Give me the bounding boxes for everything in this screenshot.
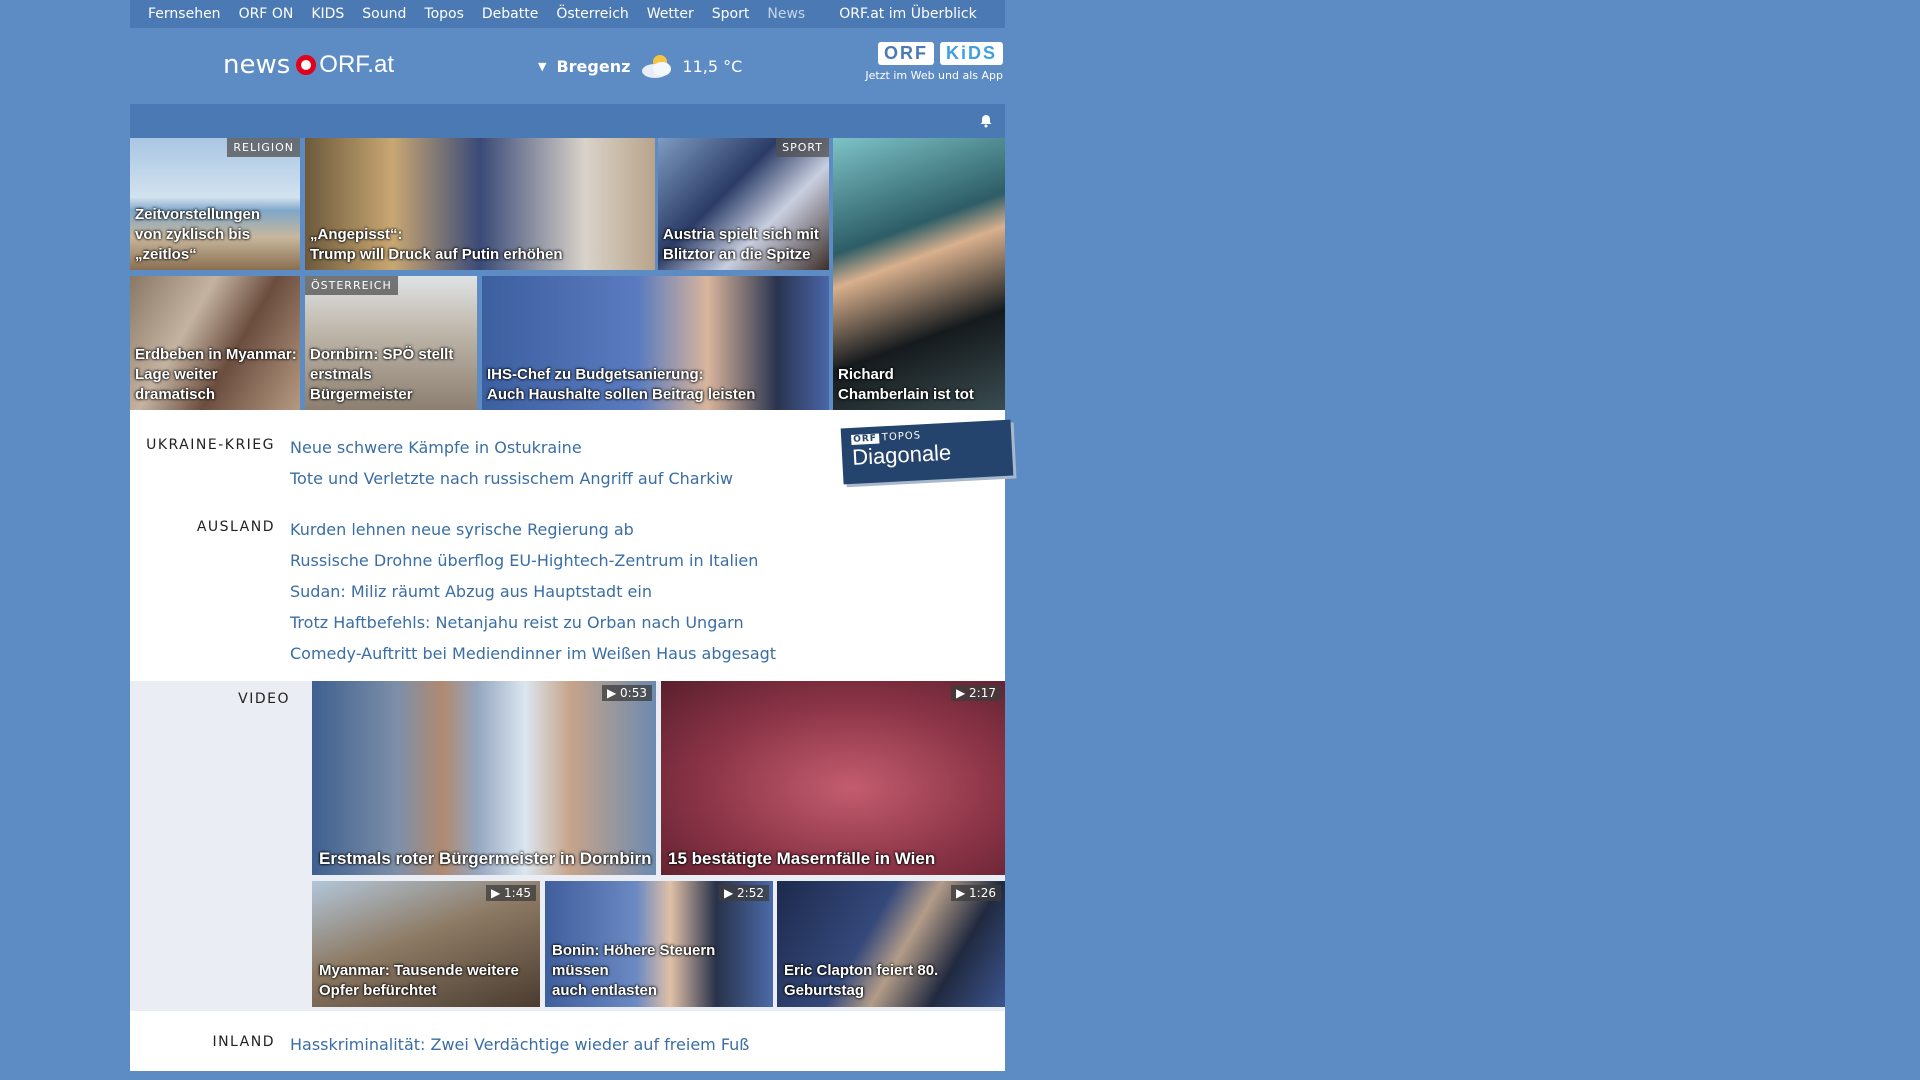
section-label: UKRAINE-KRIEG [146, 437, 275, 453]
weather-city: Bregenz [556, 56, 631, 76]
header: news ORF.at ▼ Bregenz 11,5 °C ORF KiDS J… [130, 28, 1005, 104]
video-caption: Erstmals roter Bürgermeister in Dornbirn [319, 849, 652, 868]
category-tag: RELIGION [227, 138, 300, 157]
logo-news-text: news [223, 50, 291, 80]
headline-link[interactable]: Hasskriminalität: Zwei Verdächtige wiede… [290, 1029, 749, 1060]
orf-kids-logo-kids: KiDS [939, 42, 1003, 65]
story-caption: Zeitvorstellungen von zyklisch bis „zeitl… [135, 206, 261, 263]
headline-link[interactable]: Neue schwere Kämpfe in Ostukraine [290, 432, 733, 463]
nav-news[interactable]: News [767, 6, 805, 22]
nav-oesterreich[interactable]: Österreich [556, 6, 628, 22]
video-tile-masern[interactable]: ▶ 2:17 15 bestätigte Masernfälle in Wien [661, 681, 1005, 875]
nav-topos[interactable]: Topos [424, 6, 463, 22]
headline-link[interactable]: Kurden lehnen neue syrische Regierung ab [290, 514, 776, 545]
section-label: INLAND [212, 1034, 275, 1050]
top-navigation: Fernsehen ORF ON KIDS Sound Topos Debatt… [130, 0, 1005, 28]
video-section: VIDEO ▶ 0:53 Erstmals roter Bürgermeiste… [130, 681, 1005, 1011]
nav-sport[interactable]: Sport [712, 6, 750, 22]
headline-link[interactable]: Comedy-Auftritt bei Mediendinner im Weiß… [290, 638, 776, 669]
nav-wetter[interactable]: Wetter [647, 6, 694, 22]
video-duration: ▶ 2:52 [719, 885, 769, 901]
bell-icon[interactable] [979, 114, 993, 128]
story-tile-chamberlain[interactable]: Richard Chamberlain ist tot [833, 138, 1005, 410]
video-caption: Bonin: Höhere Steuern müssen auch entlast… [552, 942, 716, 999]
section-bar [130, 104, 1005, 138]
section-inland: INLAND Hasskriminalität: Zwei Verdächtig… [130, 1011, 1005, 1071]
nav-debatte[interactable]: Debatte [482, 6, 538, 22]
section-inland-row: INLAND Hasskriminalität: Zwei Verdächtig… [130, 1011, 1005, 1060]
story-caption: Dornbirn: SPÖ stellt erstmals Bürgermeist… [310, 346, 454, 403]
video-duration: ▶ 1:26 [951, 885, 1001, 901]
story-caption: „Angepisst“: Trump will Druck auf Putin e… [310, 226, 563, 263]
video-tile-myanmar[interactable]: ▶ 1:45 Myanmar: Tausende weitere Opfer be… [312, 881, 540, 1007]
orf-kids-promo[interactable]: ORF KiDS Jetzt im Web und als App [865, 42, 1003, 82]
section-ukraine: UKRAINE-KRIEG Neue schwere Kämpfe in Ost… [130, 419, 1014, 494]
headline-link[interactable]: Trotz Haftbefehls: Netanjahu reist zu Or… [290, 607, 776, 638]
category-tag: ÖSTERREICH [305, 276, 398, 295]
logo-orf-text: ORF.at [319, 51, 394, 78]
story-caption: Austria spielt sich mit Blitztor an die S… [663, 226, 819, 263]
page: Fernsehen ORF ON KIDS Sound Topos Debatt… [130, 0, 1014, 1080]
diagonale-promo[interactable]: ORF TOPOS Diagonale [840, 419, 1014, 485]
nav-orf-on[interactable]: ORF ON [239, 6, 294, 22]
partly-cloudy-icon [642, 55, 672, 78]
section-label: VIDEO [238, 691, 290, 707]
video-duration: ▶ 2:17 [951, 685, 1001, 701]
story-caption: IHS-Chef zu Budgetsanierung: Auch Haushal… [487, 366, 756, 403]
video-duration: ▶ 1:45 [486, 885, 536, 901]
story-tile-sport[interactable]: SPORT Austria spielt sich mit Blitztor an… [658, 138, 829, 270]
video-caption: Eric Clapton feiert 80. Geburtstag [784, 962, 939, 999]
dropdown-arrow-icon[interactable]: ▼ [538, 60, 546, 73]
story-caption: Erdbeben in Myanmar: Lage weiter dramatis… [135, 346, 297, 403]
nav-overview[interactable]: ORF.at im Überblick [839, 6, 976, 22]
story-tile-trump[interactable]: „Angepisst“: Trump will Druck auf Putin e… [305, 138, 655, 270]
headline-link[interactable]: Russische Drohne überflog EU-Hightech-Ze… [290, 545, 776, 576]
headline-link[interactable]: Sudan: Miliz räumt Abzug aus Hauptstadt … [290, 576, 776, 607]
orf-kids-logo-orf: ORF [877, 42, 934, 65]
story-tile-religion[interactable]: RELIGION Zeitvorstellungen von zyklisch b… [130, 138, 300, 270]
video-caption: 15 bestätigte Masernfälle in Wien [668, 849, 936, 868]
story-tile-dornbirn[interactable]: ÖSTERREICH Dornbirn: SPÖ stellt erstmals … [305, 276, 477, 410]
orf-eye-icon [296, 55, 317, 75]
story-caption: Richard Chamberlain ist tot [838, 366, 974, 403]
weather-temperature: 11,5 °C [682, 56, 743, 76]
video-caption: Myanmar: Tausende weitere Opfer befürchte… [319, 962, 519, 999]
top-stories-grid: RELIGION Zeitvorstellungen von zyklisch b… [130, 138, 1005, 410]
nav-sound[interactable]: Sound [362, 6, 406, 22]
story-tile-ihs[interactable]: IHS-Chef zu Budgetsanierung: Auch Haushal… [482, 276, 829, 410]
category-tag: SPORT [776, 138, 829, 157]
video-tile-dornbirn[interactable]: ▶ 0:53 Erstmals roter Bürgermeister in D… [312, 681, 656, 875]
section-ausland: AUSLAND Kurden lehnen neue syrische Regi… [130, 514, 1005, 681]
orf-kids-subtitle: Jetzt im Web und als App [865, 69, 1003, 82]
weather-widget[interactable]: ▼ Bregenz 11,5 °C [538, 52, 742, 80]
news-lists: UKRAINE-KRIEG Neue schwere Kämpfe in Ost… [130, 410, 1014, 681]
video-tile-clapton[interactable]: ▶ 1:26 Eric Clapton feiert 80. Geburtstag [777, 881, 1005, 1007]
video-duration: ▶ 0:53 [602, 685, 652, 701]
section-label: AUSLAND [196, 519, 275, 535]
nav-kids[interactable]: KIDS [311, 6, 344, 22]
nav-fernsehen[interactable]: Fernsehen [148, 6, 221, 22]
video-tile-bonin[interactable]: ▶ 2:52 Bonin: Höhere Steuern müssen auch … [545, 881, 773, 1007]
story-tile-myanmar[interactable]: Erdbeben in Myanmar: Lage weiter dramatis… [130, 276, 300, 410]
headline-link[interactable]: Tote und Verletzte nach russischem Angri… [290, 463, 733, 494]
news-orf-logo[interactable]: news ORF.at [223, 50, 394, 80]
